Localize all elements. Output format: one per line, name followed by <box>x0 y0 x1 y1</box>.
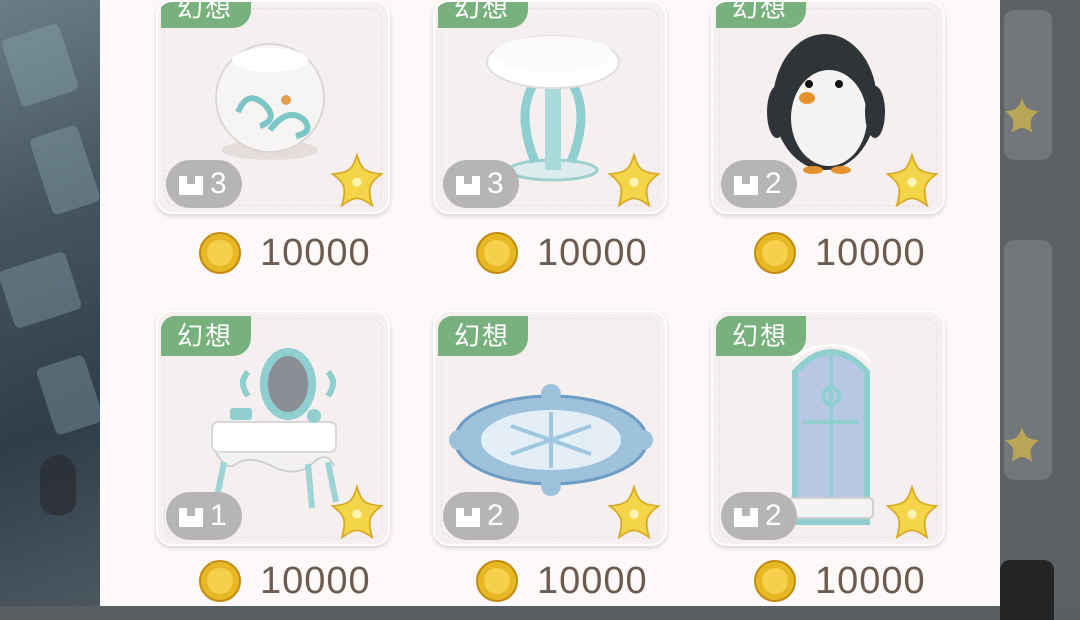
coin-icon <box>476 232 518 274</box>
coin-icon <box>754 232 796 274</box>
price-row: 10000 <box>198 556 371 606</box>
box-icon <box>734 176 758 195</box>
price-row: 10000 <box>475 228 648 278</box>
price-value: 10000 <box>260 231 371 274</box>
background-penguin <box>40 455 76 515</box>
quantity-value: 3 <box>487 167 504 200</box>
item-card[interactable]: 幻想 1 <box>156 310 390 546</box>
star-icon <box>885 484 939 540</box>
price-row: 10000 <box>198 228 371 278</box>
star-icon <box>330 484 384 540</box>
quantity-value: 2 <box>765 167 782 200</box>
background-star-icon <box>1005 427 1039 462</box>
price-value: 10000 <box>537 231 648 274</box>
item-card[interactable]: 幻想 3 <box>156 0 390 214</box>
coin-icon <box>476 560 518 602</box>
box-icon <box>456 508 480 527</box>
quantity-badge: 2 <box>443 492 519 540</box>
star-icon <box>330 152 384 208</box>
background-scene-left <box>0 0 105 606</box>
quantity-value: 2 <box>487 499 504 532</box>
shop-item-card[interactable]: 幻想 3 10000 <box>100 0 390 300</box>
price-value: 10000 <box>260 559 371 602</box>
coin-icon <box>754 560 796 602</box>
item-card[interactable]: 幻想 2 <box>711 310 945 546</box>
shop-item-card[interactable]: 幻想 1 10000 <box>100 310 390 610</box>
shop-item-card[interactable]: 幻想 3 10000 <box>377 0 667 300</box>
quantity-badge: 2 <box>721 492 797 540</box>
quantity-badge: 1 <box>166 492 242 540</box>
shop-panel: 幻想 3 10000 幻想 3 10000 幻想 2 10000 幻想 1 10… <box>100 0 1000 606</box>
quantity-value: 2 <box>765 499 782 532</box>
price-value: 10000 <box>815 231 926 274</box>
rarity-tag: 幻想 <box>716 316 807 356</box>
box-icon <box>456 176 480 195</box>
item-card[interactable]: 幻想 2 <box>433 310 667 546</box>
shop-item-card[interactable]: 幻想 2 10000 <box>377 310 667 610</box>
background-button <box>1000 560 1054 620</box>
rarity-tag: 幻想 <box>161 2 252 28</box>
quantity-value: 3 <box>210 167 227 200</box>
box-icon <box>179 508 203 527</box>
star-icon <box>607 484 661 540</box>
quantity-badge: 3 <box>443 160 519 208</box>
item-card[interactable]: 幻想 2 <box>711 0 945 214</box>
quantity-value: 1 <box>210 499 227 532</box>
price-value: 10000 <box>537 559 648 602</box>
star-icon <box>885 152 939 208</box>
quantity-badge: 2 <box>721 160 797 208</box>
box-icon <box>734 508 758 527</box>
star-icon <box>607 152 661 208</box>
rarity-tag: 幻想 <box>716 2 807 28</box>
rarity-tag: 幻想 <box>161 316 252 356</box>
price-row: 10000 <box>753 556 926 606</box>
coin-icon <box>199 232 241 274</box>
price-value: 10000 <box>815 559 926 602</box>
shop-item-card[interactable]: 幻想 2 10000 <box>655 310 945 610</box>
coin-icon <box>199 560 241 602</box>
shop-item-card[interactable]: 幻想 2 10000 <box>655 0 945 300</box>
background-star-icon <box>1005 98 1039 133</box>
rarity-tag: 幻想 <box>438 316 529 356</box>
price-row: 10000 <box>753 228 926 278</box>
item-card[interactable]: 幻想 3 <box>433 0 667 214</box>
price-row: 10000 <box>475 556 648 606</box>
box-icon <box>179 176 203 195</box>
quantity-badge: 3 <box>166 160 242 208</box>
rarity-tag: 幻想 <box>438 2 529 28</box>
background-scene-right <box>1000 0 1080 606</box>
